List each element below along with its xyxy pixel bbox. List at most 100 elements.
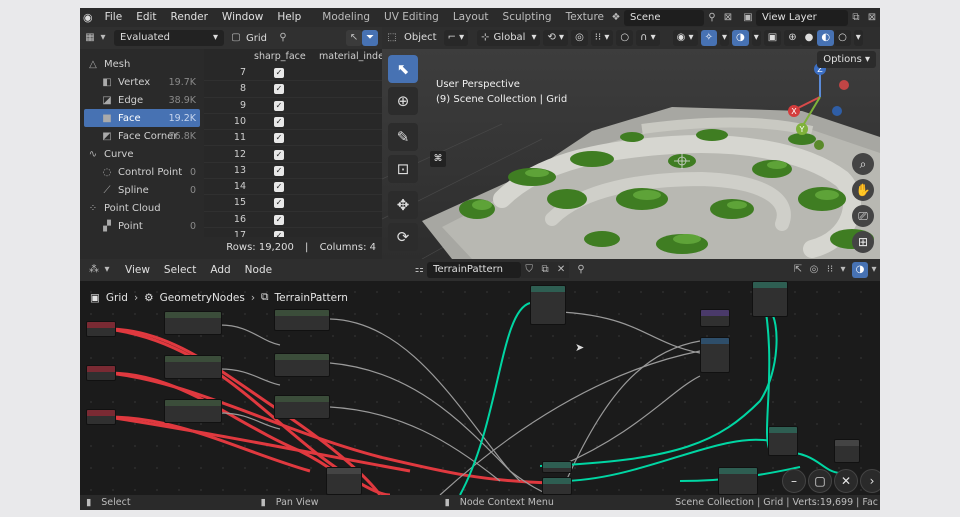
close-icon[interactable]: ⊠ <box>720 10 736 26</box>
transform-orientation-dropdown[interactable]: ⊹ Global ▾ <box>477 30 541 46</box>
close-icon[interactable]: ✕ <box>553 262 570 278</box>
node-geometry-2[interactable] <box>542 477 572 495</box>
tab-layout[interactable]: Layout <box>446 8 496 27</box>
measure-tool[interactable]: ⊡ <box>388 155 418 183</box>
chevron-right-icon[interactable]: › <box>860 469 880 493</box>
node-math-1[interactable] <box>164 311 222 335</box>
node-position[interactable] <box>700 309 730 327</box>
sharp-face-checkbox[interactable]: ✓ <box>274 214 284 225</box>
node-compare-3[interactable] <box>274 395 330 419</box>
tab-texture[interactable]: Texture <box>559 8 606 27</box>
tree-item-point[interactable]: ▞ Point 0 <box>80 217 204 235</box>
close-icon[interactable]: ✕ <box>834 469 858 493</box>
tab-sculpting[interactable]: Sculpting <box>496 8 559 27</box>
sharp-face-checkbox[interactable]: ✓ <box>274 84 284 95</box>
menu-select[interactable]: Select <box>157 261 203 280</box>
tree-item-mesh[interactable]: △ Mesh <box>80 55 204 73</box>
tree-item-face[interactable]: ■ Face 19.2K <box>84 109 200 127</box>
snap-grid-icon[interactable]: ⁝⁝ <box>822 262 838 278</box>
column-header-material-index[interactable]: material_inde <box>319 49 382 65</box>
view-layer-field[interactable]: View Layer <box>756 9 848 26</box>
pan-hand-icon[interactable]: ✋ <box>852 179 874 201</box>
node-separate[interactable] <box>700 337 730 373</box>
material-shading-icon[interactable]: ◐ <box>817 30 835 46</box>
options-button[interactable]: Options ▾ <box>817 51 876 68</box>
table-row[interactable]: 13 ✓ <box>204 163 382 180</box>
chevron-down-icon[interactable]: ▾ <box>868 262 880 278</box>
node-realize[interactable] <box>768 426 798 456</box>
table-row[interactable]: 12 ✓ <box>204 147 382 163</box>
tree-item-curve[interactable]: ∿ Curve <box>80 145 204 163</box>
xray-icon[interactable]: ▣ <box>763 30 782 46</box>
chevron-down-icon[interactable]: ▾ <box>102 262 112 278</box>
node-value-2[interactable] <box>86 365 116 381</box>
tree-item-edge[interactable]: ◪ Edge 38.9K <box>80 91 204 109</box>
tree-item-vertex[interactable]: ◧ Vertex 19.7K <box>80 73 204 91</box>
fake-user-shield-icon[interactable]: ⛉ <box>521 262 538 278</box>
editor-type-icon[interactable]: ▦ <box>82 30 98 46</box>
menu-node[interactable]: Node <box>238 261 279 280</box>
menu-window[interactable]: Window <box>215 8 270 27</box>
table-row[interactable]: 17 ✓ <box>204 228 382 237</box>
table-row[interactable]: 14 ✓ <box>204 179 382 196</box>
node-instance[interactable] <box>718 467 758 495</box>
menu-add[interactable]: Add <box>203 261 237 280</box>
column-header-sharp-face[interactable]: sharp_face <box>254 49 306 65</box>
spreadsheet-table[interactable]: sharp_face material_inde 7 ✓ 8 ✓ 9 ✓ 10 ✓ 11 ✓ 12 ✓… <box>204 49 382 237</box>
chevron-down-icon[interactable]: ▾ <box>98 30 108 46</box>
overlay-toggle-icon[interactable]: ◑ <box>852 262 868 278</box>
minimize-icon[interactable]: – <box>782 469 806 493</box>
snap-icon[interactable]: ◎ <box>806 262 822 278</box>
menu-view[interactable]: View <box>118 261 157 280</box>
editor-type-icon[interactable]: ⬚ <box>384 30 400 46</box>
node-math-3[interactable] <box>164 399 222 423</box>
parent-node-tree-icon[interactable]: ⇱ <box>790 262 806 278</box>
tree-item-control-point[interactable]: ◌ Control Point 0 <box>80 163 204 181</box>
chevron-down-icon[interactable]: ▾ <box>838 262 848 278</box>
rotate-tool[interactable]: ⟳ <box>388 223 418 251</box>
pivot-icon[interactable]: ⟲ ▾ <box>543 30 569 46</box>
orientation-gizmo-icon[interactable]: ⌐ ▾ <box>443 30 469 46</box>
node-math-2[interactable] <box>164 355 222 379</box>
shading-dropdown-icon[interactable]: ▾ <box>853 30 863 46</box>
node-compare-1[interactable] <box>274 309 330 331</box>
overlay-toggle-icon[interactable]: ◑ <box>731 30 749 46</box>
menu-file[interactable]: File <box>98 8 130 27</box>
breadcrumb-item-object[interactable]: Grid <box>106 292 128 304</box>
sharp-face-checkbox[interactable]: ✓ <box>274 116 284 127</box>
view-layer-selector[interactable]: ▣ View Layer ⧉ ⊠ <box>740 9 880 26</box>
table-row[interactable]: 15 ✓ <box>204 195 382 212</box>
rendered-shading-icon[interactable]: ○ <box>834 30 851 46</box>
menu-render[interactable]: Render <box>164 8 215 27</box>
sharp-face-checkbox[interactable]: ✓ <box>274 68 284 78</box>
node-output[interactable] <box>834 439 860 463</box>
ortho-grid-icon[interactable]: ⊞ <box>852 231 874 253</box>
scene-selector[interactable]: ❖ Scene ⚲ ⊠ <box>608 9 736 26</box>
node-value-3[interactable] <box>86 409 116 425</box>
evaluation-dropdown[interactable]: Evaluated ▾ <box>114 30 224 46</box>
node-join-geometry[interactable] <box>752 281 788 317</box>
duplicate-icon[interactable]: ⧉ <box>848 10 864 26</box>
visibility-icon[interactable]: ◉ ▾ <box>672 30 698 46</box>
node-grid-input[interactable] <box>326 467 362 495</box>
tree-item-face-corner[interactable]: ◩ Face Corner 76.8K <box>80 127 204 145</box>
node-tree-icon[interactable]: ⚏ <box>411 262 427 278</box>
camera-view-icon[interactable]: ⎚ <box>852 205 874 227</box>
node-set-material[interactable] <box>530 285 566 325</box>
sharp-face-checkbox[interactable]: ✓ <box>274 133 284 144</box>
pin-icon[interactable]: ⚲ <box>573 262 589 278</box>
gizmo-dropdown-icon[interactable]: ▾ <box>719 30 729 46</box>
gizmo-toggle-icon[interactable]: ✧ <box>700 30 717 46</box>
node-compare-2[interactable] <box>274 353 330 377</box>
breadcrumb-item-modifier[interactable]: GeometryNodes <box>160 292 245 304</box>
falloff-icon[interactable]: ∩ ▾ <box>636 30 660 46</box>
sharp-face-checkbox[interactable]: ✓ <box>274 165 284 176</box>
table-row[interactable]: 16 ✓ <box>204 212 382 228</box>
tree-item-spline[interactable]: ⟋ Spline 0 <box>80 181 204 199</box>
sharp-face-checkbox[interactable]: ✓ <box>274 182 284 193</box>
table-row[interactable]: 9 ✓ <box>204 98 382 114</box>
node-canvas[interactable]: ▣ Grid › ⚙ GeometryNodes › ⧉ TerrainPatt… <box>80 281 880 495</box>
menu-edit[interactable]: Edit <box>129 8 163 27</box>
table-row[interactable]: 8 ✓ <box>204 81 382 98</box>
tree-item-point-cloud[interactable]: ⁘ Point Cloud <box>80 199 204 217</box>
